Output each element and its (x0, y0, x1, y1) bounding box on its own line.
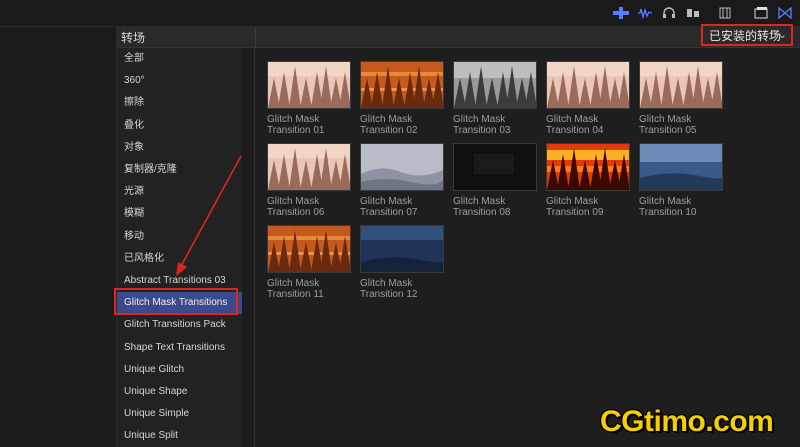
transition-thumbnail[interactable] (639, 143, 723, 191)
transition-thumbnail[interactable] (267, 61, 351, 109)
transition-name-line2: Transition 09 (546, 207, 604, 218)
transition-name-line1: Glitch Mask (360, 278, 413, 289)
transition-tile[interactable]: Glitch Mask Transition 01 (267, 61, 351, 136)
transition-tile[interactable]: Glitch Mask Transition 05 (639, 61, 723, 136)
transition-name-line2: Transition 04 (546, 125, 604, 136)
transition-tile[interactable]: Glitch Mask Transition 06 (267, 143, 351, 218)
transition-name-line1: Glitch Mask (546, 114, 599, 125)
transition-thumbnail[interactable] (360, 61, 444, 109)
transition-thumbnail[interactable] (453, 61, 537, 109)
transition-thumbnail[interactable] (360, 143, 444, 191)
transition-name-line2: Transition 12 (360, 289, 418, 300)
transition-tile[interactable]: Glitch Mask Transition 10 (639, 143, 723, 218)
transition-name-line1: Glitch Mask (639, 114, 692, 125)
transition-tile[interactable]: Glitch Mask Transition 11 (267, 225, 351, 300)
transition-thumbnail[interactable] (453, 143, 537, 191)
transition-name-line2: Transition 07 (360, 207, 418, 218)
transition-thumbnail[interactable] (360, 225, 444, 273)
transition-tile[interactable]: Glitch Mask Transition 04 (546, 61, 630, 136)
transition-name-line2: Transition 08 (453, 207, 511, 218)
watermark: CGtimo.com (600, 405, 774, 438)
transition-name-line1: Glitch Mask (360, 114, 413, 125)
transition-name-line1: Glitch Mask (267, 114, 320, 125)
transition-name-line2: Transition 03 (453, 125, 511, 136)
transition-tile[interactable]: Glitch Mask Transition 07 (360, 143, 444, 218)
transition-name-line2: Transition 02 (360, 125, 418, 136)
transition-name-line1: Glitch Mask (453, 114, 506, 125)
transition-name-line1: Glitch Mask (639, 196, 692, 207)
transition-name-line1: Glitch Mask (267, 278, 320, 289)
transition-tile[interactable]: Glitch Mask Transition 09 (546, 143, 630, 218)
transition-thumbnail[interactable] (639, 61, 723, 109)
transition-name-line2: Transition 11 (267, 289, 324, 300)
transition-tile[interactable]: Glitch Mask Transition 12 (360, 225, 444, 300)
transition-name-line2: Transition 10 (639, 207, 697, 218)
transition-name-line1: Glitch Mask (267, 196, 320, 207)
transition-tile[interactable]: Glitch Mask Transition 03 (453, 61, 537, 136)
transition-name-line1: Glitch Mask (546, 196, 599, 207)
transition-tile[interactable]: Glitch Mask Transition 08 (453, 143, 537, 218)
transition-tile[interactable]: Glitch Mask Transition 02 (360, 61, 444, 136)
transition-name-line2: Transition 01 (267, 125, 325, 136)
transition-name-line2: Transition 06 (267, 207, 325, 218)
transition-thumbnail[interactable] (267, 225, 351, 273)
transition-thumbnail[interactable] (546, 143, 630, 191)
transition-thumbnail[interactable] (267, 143, 351, 191)
transition-name-line1: Glitch Mask (453, 196, 506, 207)
transition-name-line1: Glitch Mask (360, 196, 413, 207)
transition-name-line2: Transition 05 (639, 125, 697, 136)
transition-thumbnail[interactable] (546, 61, 630, 109)
transitions-grid: Glitch Mask Transition 01 Glitch Mask Trans… (255, 48, 800, 447)
